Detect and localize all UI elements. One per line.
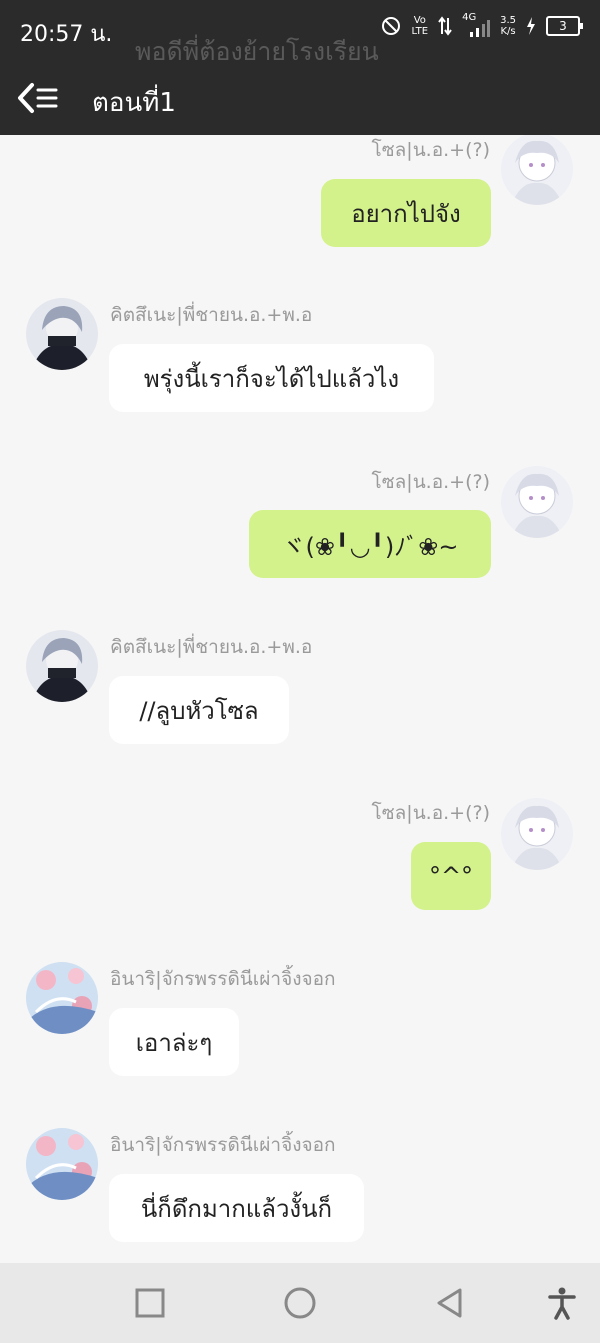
avatar[interactable] <box>26 962 98 1034</box>
message-bubble[interactable]: อยากไปจัง <box>321 179 491 247</box>
grey-hair-avatar-icon <box>26 630 98 702</box>
message-bubble[interactable]: ヾ(❀╹◡╹)ﾉﾞ❀~ <box>249 510 491 578</box>
white-hair-avatar-icon <box>501 798 573 870</box>
sakura-avatar-icon <box>26 1128 98 1200</box>
message-bubble[interactable]: °^° <box>411 842 491 910</box>
volte-top: Vo <box>413 15 426 26</box>
previous-message-ghost: พอดีพี่ต้องย้ายโรงเรียน <box>135 37 379 66</box>
avatar[interactable] <box>501 466 573 538</box>
message-bubble[interactable]: //ลูบหัวโซล <box>109 676 289 744</box>
square-icon <box>135 1288 165 1318</box>
home-button[interactable] <box>282 1285 318 1321</box>
message-bubble[interactable]: พรุ่งนี้เราก็จะได้ไปแล้วไง <box>109 344 434 412</box>
message-bubble[interactable]: นี่ก็ดึกมากแล้วงั้นก็ <box>109 1174 364 1242</box>
back-nav-button[interactable] <box>432 1285 468 1321</box>
avatar[interactable] <box>501 798 573 870</box>
sender-name: โซล|น.อ.+(?) <box>371 802 490 824</box>
data-transfer-icon <box>438 16 452 36</box>
speed-unit: K/s <box>500 26 516 37</box>
white-hair-avatar-icon <box>501 466 573 538</box>
volte-bottom: LTE <box>411 26 429 37</box>
sender-name: โซล|น.อ.+(?) <box>371 139 490 161</box>
status-time: 20:57 น. <box>20 22 113 47</box>
page-title: ตอนที่1 <box>92 88 176 118</box>
sender-name: คิตสึเนะ|พี่ชายน.อ.+พ.อ <box>110 636 313 658</box>
signal-icon: 4G <box>462 12 491 38</box>
triangle-back-icon <box>437 1288 462 1318</box>
charging-icon <box>527 17 535 35</box>
avatar[interactable] <box>26 298 98 370</box>
circle-icon <box>284 1287 316 1319</box>
recent-apps-button[interactable] <box>132 1285 168 1321</box>
speed-value: 3.5 <box>500 15 516 26</box>
sender-name: อินาริ|จักรพรรดินีเผ่าจิ้งจอก <box>110 1134 336 1156</box>
system-nav-bar <box>0 1263 600 1343</box>
back-button[interactable] <box>14 80 62 116</box>
status-icons: Vo LTE 4G 3.5 K/s 3 <box>381 12 583 38</box>
avatar[interactable] <box>501 135 573 205</box>
avatar[interactable] <box>26 630 98 702</box>
sender-name: โซล|น.อ.+(?) <box>371 471 490 493</box>
back-arrow-icon <box>18 83 58 113</box>
do-not-disturb-icon <box>382 17 401 35</box>
accessibility-button[interactable] <box>544 1285 580 1321</box>
header-nav: ตอนที่1 <box>0 76 600 121</box>
volte-icon: Vo LTE <box>411 15 428 37</box>
chat-area[interactable]: โซล|น.อ.+(?) อยากไปจัง คิตสึเนะ|พี่ชายน.… <box>0 135 600 1263</box>
grey-hair-avatar-icon <box>26 298 98 370</box>
avatar[interactable] <box>26 1128 98 1200</box>
message-bubble[interactable]: เอาล่ะๆ <box>109 1008 239 1076</box>
white-hair-avatar-icon <box>501 135 573 205</box>
battery-icon: 3 <box>546 16 583 36</box>
accessibility-icon <box>548 1287 576 1320</box>
sender-name: อินาริ|จักรพรรดินีเผ่าจิ้งจอก <box>110 968 336 990</box>
sakura-avatar-icon <box>26 962 98 1034</box>
top-bar: พอดีพี่ต้องย้ายโรงเรียน 20:57 น. Vo LTE … <box>0 0 600 135</box>
network-speed: 3.5 K/s <box>500 15 516 37</box>
sender-name: คิตสึเนะ|พี่ชายน.อ.+พ.อ <box>110 304 313 326</box>
